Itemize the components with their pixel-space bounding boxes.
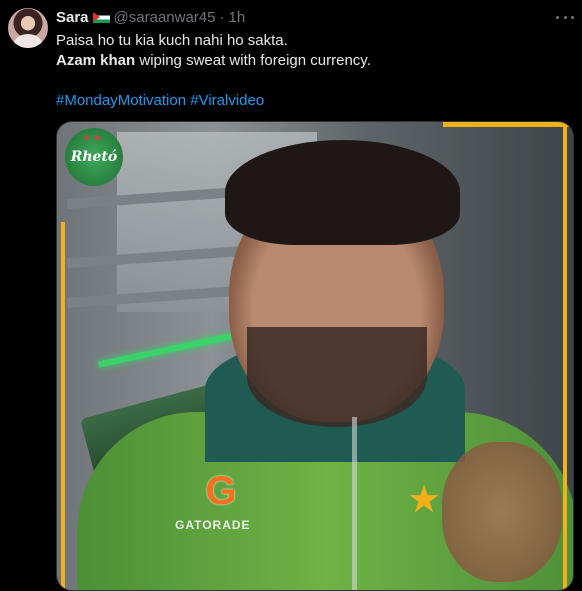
channel-logo: ✶ ✶ Rhetó — [65, 128, 123, 186]
hashtag-monday-motivation[interactable]: #MondayMotivation — [56, 92, 186, 109]
beard — [247, 327, 427, 427]
tweet-text: Paisa ho tu kia kuch nahi ho sakta. Azam… — [56, 31, 566, 111]
hashtag-viralvideo[interactable]: #Viralvideo — [190, 92, 264, 109]
tweet-line-1: Paisa ho tu kia kuch nahi ho sakta. — [56, 32, 288, 49]
video-media[interactable]: G GATORADE ★ ✶ ✶ Rhetó — [56, 121, 574, 591]
frame-accent-left — [61, 222, 65, 590]
tweet-line-2: Azam khan wiping sweat with foreign curr… — [56, 51, 566, 71]
user-handle[interactable]: @saraanwar45 — [114, 9, 216, 26]
timestamp[interactable]: 1h — [228, 9, 245, 26]
logo-stars-icon: ✶ ✶ — [83, 134, 102, 144]
logo-text: Rhetó — [70, 149, 118, 165]
hashtag-row: #MondayMotivation #Viralvideo — [56, 91, 566, 111]
jacket-zip — [352, 417, 357, 590]
frame-accent-right — [563, 127, 567, 590]
pcb-star-icon: ★ — [407, 479, 442, 521]
sponsor-text: GATORADE — [175, 518, 251, 532]
tweet-card[interactable]: Sara @saraanwar45 · 1h Paisa ho tu kia k… — [0, 0, 582, 591]
frame-accent-top — [443, 122, 573, 127]
separator-dot: · — [219, 8, 225, 26]
user-avatar[interactable] — [8, 8, 48, 48]
palestine-flag-icon — [92, 11, 110, 23]
display-name[interactable]: Sara — [56, 9, 89, 26]
tweet-line-2-rest: wiping sweat with foreign currency. — [135, 52, 371, 69]
hair — [225, 140, 460, 245]
bold-name: Azam khan — [56, 52, 136, 69]
hand — [442, 442, 562, 582]
more-dots-icon[interactable] — [556, 9, 574, 25]
gatorade-g-icon: G — [205, 469, 237, 513]
tweet-header: Sara @saraanwar45 · 1h — [56, 8, 245, 26]
